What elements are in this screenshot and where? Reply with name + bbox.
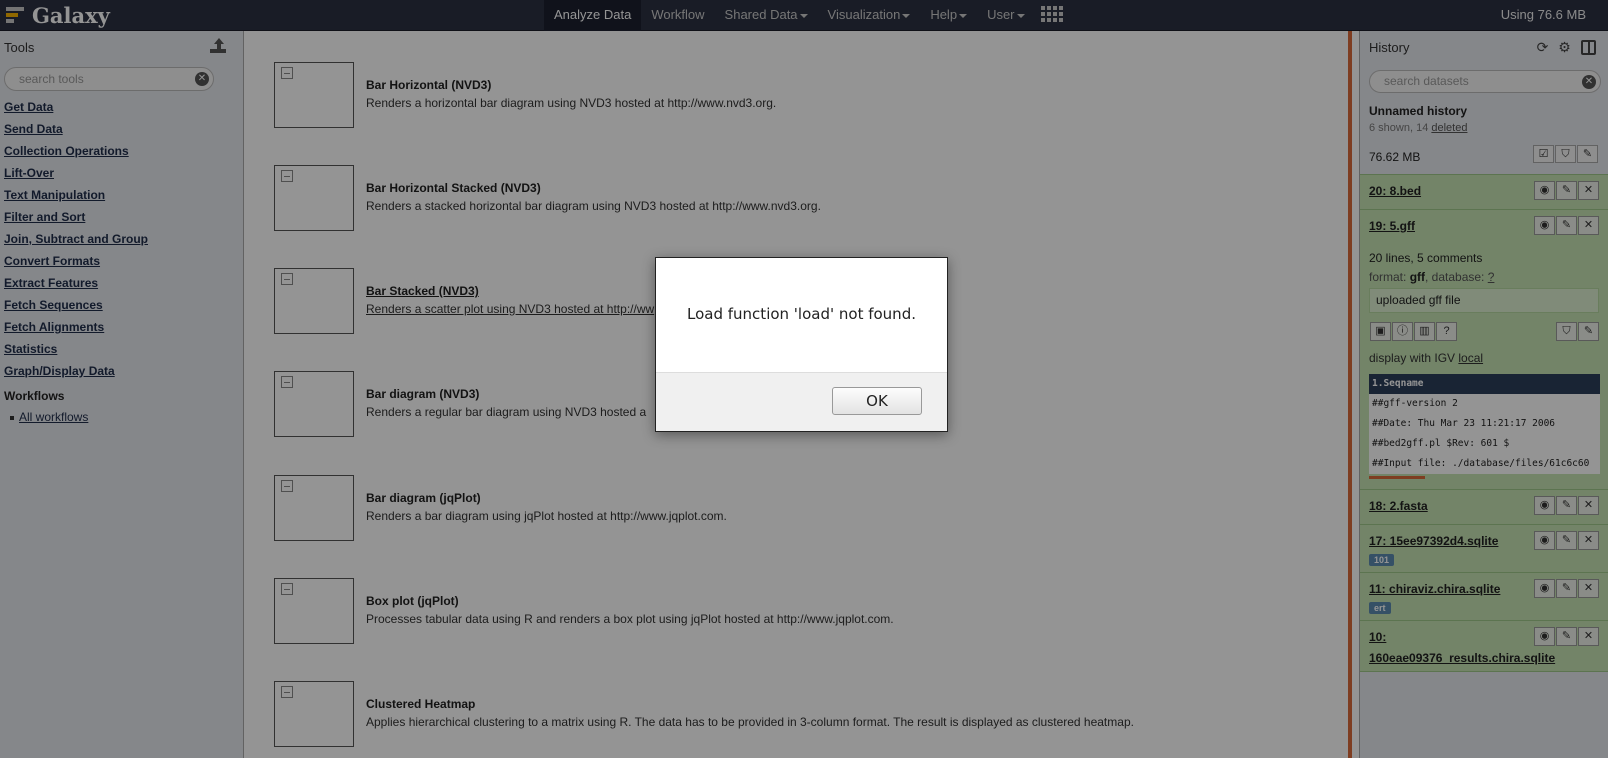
alert-message: Load function 'load' not found. [687, 305, 916, 323]
ok-button[interactable]: OK [832, 387, 922, 415]
alert-dialog: Load function 'load' not found. OK [655, 257, 948, 432]
alert-footer: OK [656, 372, 947, 431]
